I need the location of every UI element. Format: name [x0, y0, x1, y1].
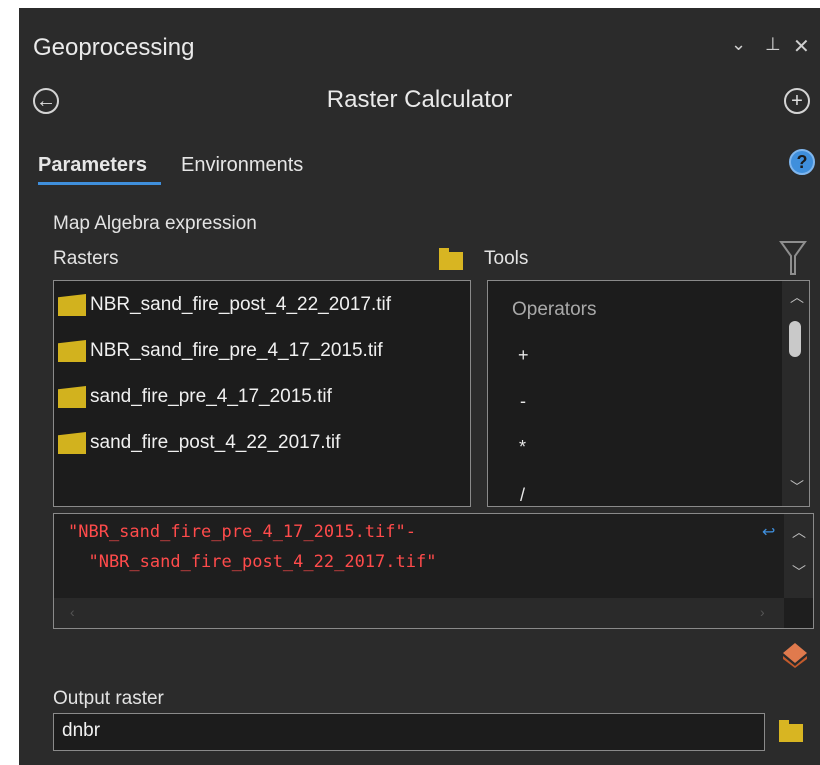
- raster-name: NBR_sand_fire_post_4_22_2017.tif: [90, 294, 392, 315]
- word-wrap-icon[interactable]: ↩: [762, 522, 775, 542]
- tools-label: Tools: [484, 248, 529, 269]
- output-raster-input[interactable]: dnbr: [53, 713, 765, 751]
- scroll-up-icon[interactable]: ︿: [792, 522, 806, 542]
- pin-icon[interactable]: ⊥: [765, 34, 781, 55]
- rasters-list[interactable]: NBR_sand_fire_post_4_22_2017.tif NBR_san…: [53, 280, 471, 507]
- eraser-icon[interactable]: [779, 641, 809, 669]
- expression-line-2: "NBR_sand_fire_post_4_22_2017.tif": [68, 552, 437, 572]
- operator-plus[interactable]: +: [518, 345, 529, 366]
- raster-name: sand_fire_post_4_22_2017.tif: [90, 432, 341, 453]
- scroll-down-icon[interactable]: ﹀: [792, 562, 806, 582]
- tab-environments[interactable]: Environments: [181, 154, 303, 177]
- raster-name: sand_fire_pre_4_17_2015.tif: [90, 386, 332, 407]
- pane-title: Geoprocessing: [33, 34, 195, 61]
- scroll-thumb[interactable]: [789, 321, 801, 357]
- list-item[interactable]: NBR_sand_fire_post_4_22_2017.tif: [54, 282, 470, 328]
- list-item[interactable]: NBR_sand_fire_pre_4_17_2015.tif: [54, 328, 470, 374]
- scroll-right-icon[interactable]: ›: [760, 604, 765, 620]
- browse-folder-icon[interactable]: [779, 720, 803, 742]
- operators-header: Operators: [512, 299, 597, 320]
- raster-icon: [58, 432, 86, 454]
- raster-icon: [58, 386, 86, 408]
- operator-minus[interactable]: -: [520, 391, 526, 412]
- tab-parameters[interactable]: Parameters: [38, 154, 147, 177]
- scroll-down-icon[interactable]: ﹀: [790, 477, 804, 497]
- tools-scrollbar[interactable]: ︿ ﹀: [782, 281, 809, 506]
- operator-multiply[interactable]: *: [519, 437, 526, 458]
- map-algebra-label: Map Algebra expression: [53, 213, 257, 234]
- tool-title: Raster Calculator: [326, 86, 513, 113]
- expression-hscrollbar[interactable]: ‹ ›: [54, 598, 784, 628]
- output-raster-label: Output raster: [53, 688, 164, 709]
- add-icon[interactable]: +: [784, 88, 810, 114]
- raster-icon: [58, 340, 86, 362]
- raster-name: NBR_sand_fire_pre_4_17_2015.tif: [90, 340, 383, 361]
- active-tab-indicator: [38, 182, 161, 185]
- help-icon[interactable]: ?: [789, 149, 815, 175]
- expression-vscrollbar[interactable]: ︿ ﹀: [784, 514, 813, 598]
- close-icon[interactable]: ✕: [793, 34, 810, 59]
- operator-divide[interactable]: /: [520, 485, 525, 506]
- scroll-up-icon[interactable]: ︿: [790, 287, 804, 307]
- raster-icon: [58, 294, 86, 316]
- scroll-left-icon[interactable]: ‹: [70, 604, 75, 620]
- rasters-label: Rasters: [53, 248, 119, 269]
- expression-line-1: "NBR_sand_fire_pre_4_17_2015.tif"-: [68, 522, 416, 542]
- geoprocessing-pane: Geoprocessing ⌄ ⊥ ✕ ← Raster Calculator …: [19, 8, 820, 765]
- list-item[interactable]: sand_fire_pre_4_17_2015.tif: [54, 374, 470, 420]
- expression-editor[interactable]: "NBR_sand_fire_pre_4_17_2015.tif"- "NBR_…: [53, 513, 814, 629]
- chevron-down-icon[interactable]: ⌄: [731, 34, 746, 55]
- filter-icon[interactable]: [779, 240, 807, 276]
- tools-list[interactable]: Operators + - * / ︿ ﹀: [487, 280, 810, 507]
- folder-icon[interactable]: [439, 248, 463, 270]
- list-item[interactable]: sand_fire_post_4_22_2017.tif: [54, 420, 470, 466]
